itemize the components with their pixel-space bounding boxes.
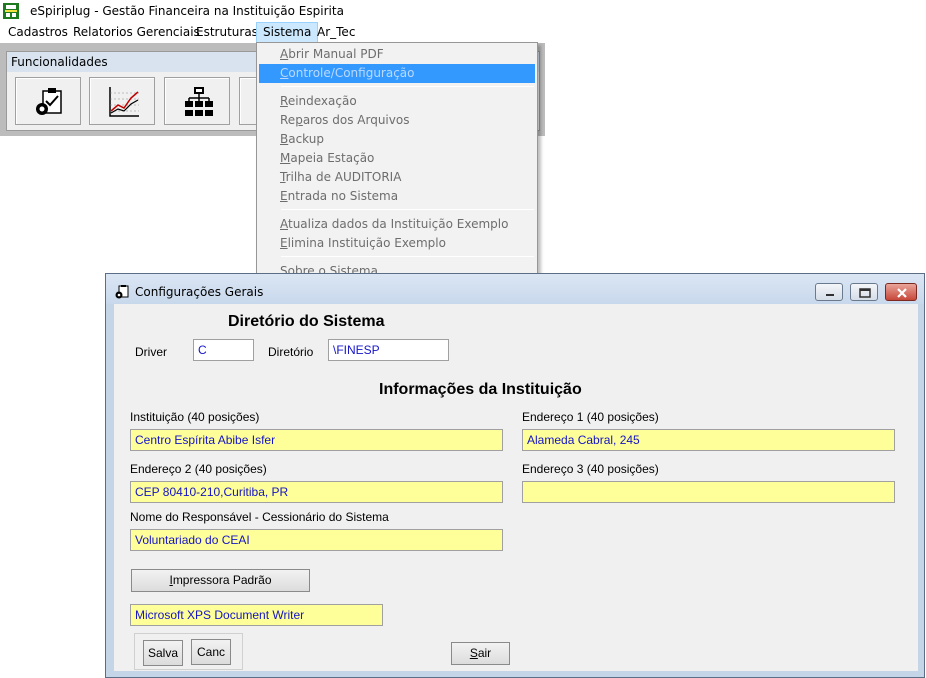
dialog-body: Diretório do Sistema Driver Diretório In… <box>114 304 918 671</box>
save-cancel-group: Salva Canc <box>134 633 243 670</box>
menu-cadastros[interactable]: Cadastros <box>2 22 74 43</box>
toolbar-org-structure-button[interactable] <box>164 77 230 125</box>
line-chart-icon <box>109 87 139 117</box>
menu-separator <box>281 256 534 257</box>
endereco3-input[interactable] <box>522 481 895 503</box>
responsavel-label: Nome do Responsável - Cessionário do Sis… <box>130 510 389 524</box>
menu-item-elimina-instituicao-exemplo[interactable]: Elimina Instituição Exemplo <box>259 234 535 253</box>
sistema-dropdown-menu: Abrir Manual PDF Controle/Configuração R… <box>256 42 538 284</box>
functionalities-title: Funcionalidades <box>11 55 108 69</box>
responsavel-input[interactable] <box>130 529 503 551</box>
endereco3-label: Endereço 3 (40 posições) <box>522 462 659 476</box>
minimize-icon <box>826 294 834 296</box>
menu-ar-tec[interactable]: Ar_Tec <box>311 22 361 43</box>
dialog-gear-icon <box>114 284 130 303</box>
clipboard-gear-icon <box>36 88 62 115</box>
menu-separator <box>281 209 534 210</box>
menu-item-backup[interactable]: Backup <box>259 130 535 149</box>
close-button[interactable] <box>885 283 917 301</box>
config-dialog: Configurações Gerais Diretório do Sistem… <box>105 273 925 678</box>
menu-item-reparos-dos-arquivos[interactable]: Reparos dos Arquivos <box>259 111 535 130</box>
app-logo-icon <box>3 3 19 19</box>
menu-item-atualiza-dados-instituicao-exemplo[interactable]: Atualiza dados da Instituição Exemplo <box>259 215 535 234</box>
endereco2-input[interactable] <box>130 481 503 503</box>
salva-button[interactable]: Salva <box>143 640 183 666</box>
menu-estruturas[interactable]: Estruturas <box>190 22 264 43</box>
diretorio-input[interactable] <box>328 339 449 361</box>
menubar: Cadastros Relatorios Gerenciais Estrutur… <box>0 22 926 43</box>
impressora-padrao-button[interactable]: Impressora Padrão <box>131 569 310 592</box>
close-icon <box>897 288 907 298</box>
app-titlebar: eSpiriplug - Gestão Financeira na Instit… <box>0 0 926 22</box>
section-title-diretorio: Diretório do Sistema <box>228 313 385 330</box>
menu-item-controle-configuracao[interactable]: Controle/Configuração <box>259 64 535 83</box>
menu-separator <box>281 86 534 87</box>
instituicao-input[interactable] <box>130 429 503 451</box>
driver-label: Driver <box>135 345 167 359</box>
maximize-icon <box>859 288 871 298</box>
menu-item-reindexacao[interactable]: Reindexação <box>259 92 535 111</box>
endereco1-input[interactable] <box>522 429 895 451</box>
menu-sistema[interactable]: Sistema <box>256 22 319 43</box>
toolbar-config-button[interactable] <box>15 77 81 125</box>
menu-relatorios-gerenciais[interactable]: Relatorios Gerenciais <box>67 22 206 43</box>
app-title: eSpiriplug - Gestão Financeira na Instit… <box>30 4 344 18</box>
dialog-title: Configurações Gerais <box>135 285 264 299</box>
section-title-instituicao: Informações da Instituição <box>379 381 582 398</box>
toolbar-chart-button[interactable] <box>89 77 155 125</box>
menu-item-trilha-de-auditoria[interactable]: Trilha de AUDITORIA <box>259 168 535 187</box>
menu-item-mapeia-estacao[interactable]: Mapeia Estação <box>259 149 535 168</box>
menu-item-abrir-manual-pdf[interactable]: Abrir Manual PDF <box>259 45 535 64</box>
minimize-button[interactable] <box>815 283 843 301</box>
maximize-button[interactable] <box>850 283 878 301</box>
menu-item-entrada-no-sistema[interactable]: Entrada no Sistema <box>259 187 535 206</box>
org-structure-icon <box>185 87 213 116</box>
impressora-input[interactable] <box>130 604 383 626</box>
endereco2-label: Endereço 2 (40 posições) <box>130 462 267 476</box>
dialog-titlebar: Configurações Gerais <box>106 274 924 304</box>
diretorio-label: Diretório <box>268 345 314 359</box>
cancel-button[interactable]: Canc <box>191 639 231 665</box>
instituicao-label: Instituição (40 posições) <box>130 410 260 424</box>
driver-input[interactable] <box>193 339 254 361</box>
endereco1-label: Endereço 1 (40 posições) <box>522 410 659 424</box>
sair-button[interactable]: Sair <box>451 642 510 665</box>
